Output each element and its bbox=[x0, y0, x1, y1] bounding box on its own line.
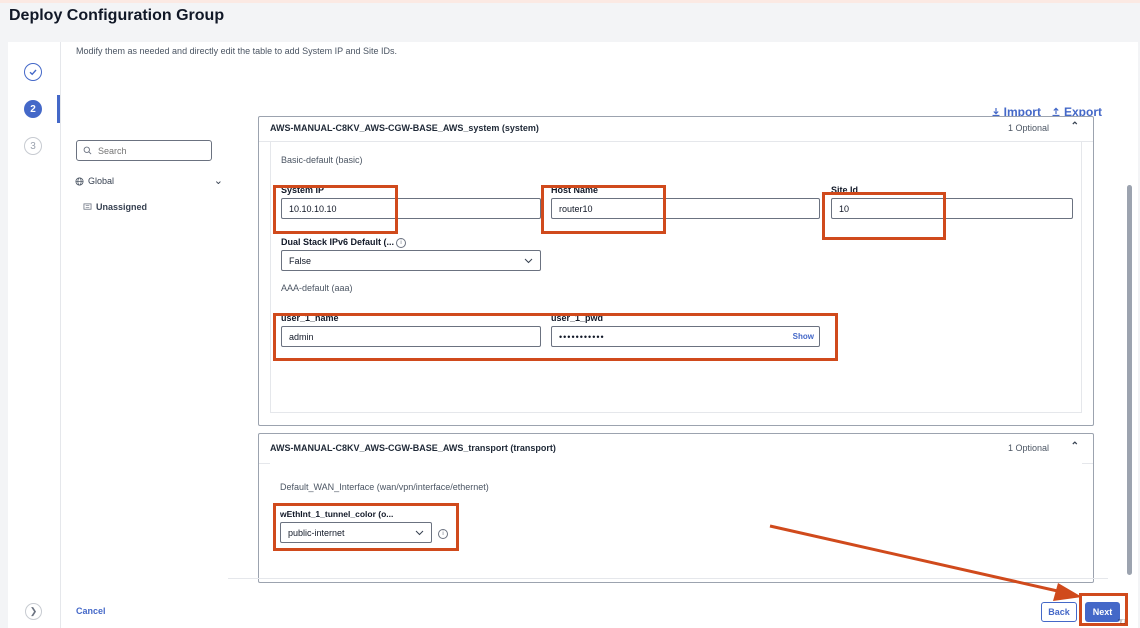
mouse-cursor-icon: ☜ bbox=[1117, 617, 1126, 628]
annotation-arrow bbox=[769, 524, 1082, 601]
